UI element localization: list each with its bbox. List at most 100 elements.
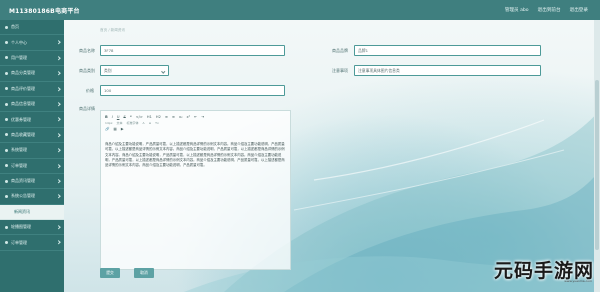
sidebar-item-label: 商品信息管理: [11, 101, 35, 107]
star-icon: [5, 133, 8, 137]
remark-input[interactable]: 注意事项具体图片信息类: [354, 65, 541, 76]
sidebar-item-label: 首页: [11, 24, 19, 30]
coupon-icon: [5, 118, 8, 122]
toolbar-row-insert: 🔗 ▦ ▶: [105, 126, 288, 132]
subscript-button[interactable]: x₂: [179, 115, 183, 119]
chevron-down-icon: [55, 163, 60, 168]
chevron-down-icon: [55, 102, 60, 106]
chevron-down-icon: [55, 179, 60, 183]
indent-icon[interactable]: ⇥: [201, 115, 204, 119]
remark-value: 注意事项具体图片信息类: [358, 67, 400, 73]
sidebar-item-carousel[interactable]: 轮播图管理: [0, 220, 64, 236]
chevron-down-icon: [55, 133, 60, 137]
outdent-icon[interactable]: ⇤: [194, 115, 197, 119]
chevron-down-icon: [55, 87, 60, 91]
italic-button[interactable]: I: [112, 115, 113, 119]
paragraph-select[interactable]: 文本: [117, 121, 123, 125]
goods-icon: [5, 102, 8, 106]
h1-button[interactable]: H1: [147, 115, 152, 119]
detail-label: 商品详情: [79, 106, 95, 111]
home-icon: [5, 25, 8, 29]
breadcrumb: 首页 / 新闻资讯: [100, 28, 126, 32]
notice-icon: [5, 194, 8, 198]
underline-button[interactable]: U: [117, 115, 120, 119]
scrollbar[interactable]: [594, 20, 600, 292]
chevron-down-icon: [55, 56, 60, 60]
product-code-label: 商品名称: [79, 48, 95, 53]
sidebar-item-label: 商品分类管理: [11, 70, 35, 76]
cancel-button[interactable]: 取消: [134, 268, 154, 278]
sidebar-item-users[interactable]: 用户管理: [0, 51, 64, 67]
sidebar-item-home[interactable]: 首页: [0, 20, 64, 36]
sidebar-item-label: 订单管理: [11, 162, 27, 168]
sidebar-item-label: 订单管理: [11, 239, 27, 245]
gear-icon: [5, 148, 8, 152]
sidebar-item-label: 商品资讯管理: [11, 178, 35, 184]
product-code-input[interactable]: 3F78: [100, 45, 285, 56]
chevron-down-icon: [55, 40, 60, 45]
strike-button[interactable]: S: [123, 115, 125, 119]
chevron-down-icon: [55, 117, 60, 122]
image-icon[interactable]: ▦: [113, 127, 116, 131]
sidebar-item-system[interactable]: 系统管理: [0, 143, 64, 159]
main-content: 首页 / 新闻资讯 商品名称 3F78 商品品牌 品牌1 商品类别 类别 注意事…: [64, 20, 600, 292]
users-icon: [5, 56, 8, 60]
font-size-select[interactable]: 14px: [105, 121, 113, 125]
sidebar-item-favorites[interactable]: 商品收藏管理: [0, 128, 64, 144]
product-name-label: 商品品牌: [332, 48, 348, 53]
order-icon: [5, 164, 8, 168]
category-select[interactable]: 类别: [100, 65, 169, 76]
rich-text-editor[interactable]: B I U S ❝ </> H1 H2 ≡ ≡ x₂ x² ⇤ ⇥ 14px 文…: [100, 110, 291, 270]
font-family-select[interactable]: 标准字体: [127, 121, 139, 125]
chevron-down-icon: [55, 148, 60, 153]
chevron-down-icon: [160, 68, 165, 73]
sidebar-item-profile[interactable]: 个人中心: [0, 35, 64, 51]
sidebar-item-label: 用户管理: [11, 54, 27, 60]
video-icon[interactable]: ▶: [121, 127, 124, 131]
sidebar-subitem-news[interactable]: 新闻资讯: [0, 204, 64, 221]
sidebar: 首页 个人中心 用户管理 商品分类管理 商品评价管理 商品信息管理 优惠券管理 …: [0, 20, 64, 292]
logout-link[interactable]: 退出登录: [570, 7, 588, 13]
sidebar-item-orders[interactable]: 订单管理: [0, 159, 64, 174]
sidebar-item-goods-news[interactable]: 商品资讯管理: [0, 174, 64, 190]
sidebar-item-coupon[interactable]: 优惠券管理: [0, 112, 64, 128]
comment-icon: [5, 87, 8, 91]
product-name-input[interactable]: 品牌1: [354, 45, 541, 56]
clear-format-button[interactable]: Tx: [155, 121, 159, 125]
align-icon[interactable]: ≡: [149, 121, 152, 125]
superscript-button[interactable]: x²: [187, 115, 191, 119]
ordered-list-icon[interactable]: ≡: [165, 115, 168, 119]
bold-button[interactable]: B: [105, 115, 108, 119]
sidebar-item-notice[interactable]: 系统公告管理: [0, 189, 64, 205]
sidebar-subitem-label: 新闻资讯: [14, 208, 30, 214]
h2-button[interactable]: H2: [156, 115, 161, 119]
submit-button[interactable]: 提交: [100, 268, 120, 278]
link-icon[interactable]: 🔗: [105, 127, 109, 131]
front-link[interactable]: 退出到前台: [538, 7, 561, 13]
scrollbar-thumb[interactable]: [595, 80, 599, 250]
editor-content[interactable]: 商品介绍及主要功能说明，产品质量可靠，以上描述都是商品详情的示例文本内容。商品介…: [105, 142, 288, 168]
category-label: 商品类别: [79, 68, 95, 73]
sidebar-item-goods[interactable]: 商品信息管理: [0, 97, 64, 113]
sidebar-item-label: 优惠券管理: [11, 116, 31, 122]
sidebar-item-category[interactable]: 商品分类管理: [0, 66, 64, 82]
quote-icon[interactable]: ❝: [130, 115, 132, 119]
sidebar-item-orders-2[interactable]: 订单管理: [0, 235, 64, 251]
admin-user-link[interactable]: 管理员 abo: [505, 7, 529, 13]
sidebar-item-label: 系统公告管理: [11, 193, 35, 199]
font-color-button[interactable]: A: [143, 121, 145, 125]
top-actions: 管理员 abo 退出到前台 退出登录: [505, 7, 588, 13]
sidebar-item-review[interactable]: 商品评价管理: [0, 82, 64, 97]
bullet-list-icon[interactable]: ≡: [172, 115, 175, 119]
order-icon: [5, 241, 8, 245]
price-input[interactable]: 100: [100, 85, 285, 96]
news-icon: [5, 179, 8, 183]
watermark: 元码手游网 www.yuanma.com: [468, 256, 594, 286]
product-name-value: 品牌1: [358, 47, 369, 53]
price-label: 价格: [86, 88, 94, 93]
code-icon[interactable]: </>: [136, 115, 143, 119]
sidebar-item-label: 系统管理: [11, 147, 27, 153]
category-value: 类别: [104, 67, 112, 73]
chevron-down-icon: [55, 194, 60, 199]
chevron-down-icon: [55, 71, 60, 76]
